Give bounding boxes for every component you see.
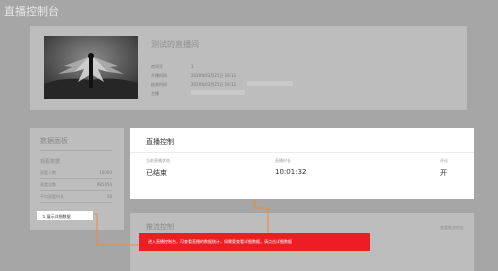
stat-label: 观看次数 (40, 182, 56, 187)
stat-row-avg-duration: 平均观看时长 50 (40, 194, 112, 200)
duration-value: 10:01:32 (275, 168, 307, 176)
divider (40, 178, 112, 179)
blurred-text (191, 90, 245, 95)
detail-button-label: 展示详细数据 (46, 214, 71, 219)
stat-label: 平均观看时长 (40, 194, 64, 199)
divider (40, 190, 112, 191)
duration-label: 直播时长 (275, 158, 291, 163)
room-cover-image (44, 36, 138, 99)
stat-label: 观看人数 (40, 170, 56, 175)
live-control-title: 直播控制 (146, 138, 174, 146)
connector-dot (253, 200, 257, 204)
info-label: 主播 (151, 91, 159, 96)
data-panel-section: 观看数据 (40, 159, 61, 165)
room-name: 测试的直播间 (151, 40, 199, 49)
blurred-text (247, 81, 293, 86)
info-row-room-number: 房间号 3 (151, 64, 194, 70)
cover-picture-icon (44, 36, 138, 99)
push-control-title: 推流控制 (146, 223, 174, 231)
info-value: 2020年03月25日 19:11 (191, 73, 237, 78)
live-control-card (130, 128, 474, 199)
stat-row-views: 观看次数 985454 (40, 182, 112, 188)
info-label: 结束时间 (151, 82, 167, 87)
callout-annotation: 进入直播控制台，可查看直播的数据统计，如需要查看详细数据，请点击详细数据 (139, 233, 370, 251)
divider (40, 202, 112, 203)
info-row-anchor: 主播 (151, 90, 245, 97)
comment-toggle[interactable]: 开 (440, 168, 447, 178)
info-row-start-time: 开播时间 2020年03月25日 19:11 (151, 73, 236, 79)
info-value: 2020年03月25日 19:11 (191, 82, 237, 87)
view-push-address-link[interactable]: 查看推流地址 (440, 225, 464, 231)
stat-row-viewers: 观看人数 10000 (40, 170, 112, 176)
info-row-end-time: 结束时间 2020年03月25日 19:11 (151, 81, 293, 88)
info-label: 房间号 (151, 64, 163, 69)
divider (40, 150, 112, 151)
status-value: 已结束 (146, 169, 167, 177)
stat-value: 10000 (99, 170, 112, 175)
page-title: 直播控制台 (4, 5, 59, 18)
show-detail-data-button[interactable]: ⇅ 展示详细数据 (37, 211, 93, 220)
divider (130, 152, 474, 153)
stat-value: 985454 (96, 182, 112, 187)
status-label: 当前直播状态 (146, 158, 170, 163)
comment-label: 评论 (440, 158, 448, 163)
data-panel-title: 数据面板 (40, 137, 68, 145)
stat-value: 50 (106, 194, 112, 199)
info-label: 开播时间 (151, 73, 167, 78)
info-value: 3 (191, 64, 194, 69)
